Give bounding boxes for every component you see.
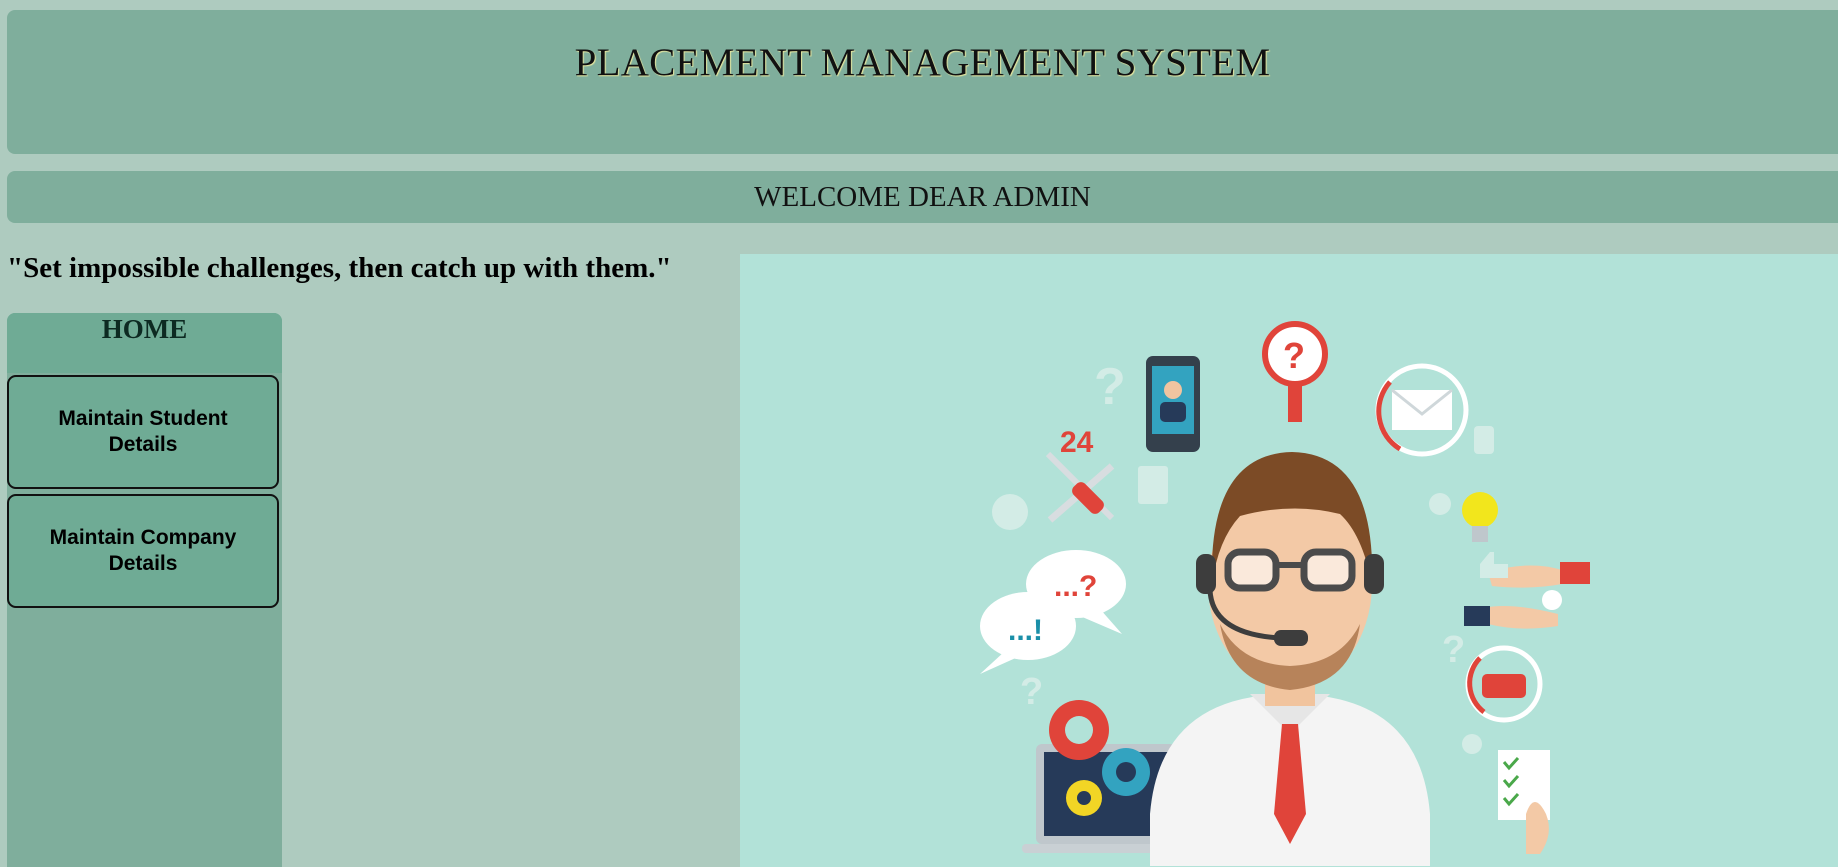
hero-panel: ...? ...! 24 ? ? ? ? <box>740 254 1838 867</box>
sidebar-header: HOME <box>7 313 282 373</box>
telephone-icon <box>1465 645 1543 723</box>
svg-text:?: ? <box>1442 629 1465 671</box>
speech-bubble-icon: ...? ...! <box>980 550 1126 674</box>
support-agent-avatar <box>1150 452 1430 866</box>
help-magnifier-icon: ? <box>1262 321 1328 422</box>
checklist-icon <box>1498 750 1550 854</box>
maintain-company-details-label: Maintain Company Details <box>49 526 237 575</box>
app-title: PLACEMENT MANAGEMENT SYSTEM <box>574 41 1271 84</box>
bubble-exclaim-text: ...! <box>1008 614 1043 647</box>
home-link[interactable]: HOME <box>7 313 282 345</box>
maintain-student-details-label: Maintain Student Details <box>58 407 228 456</box>
maintain-company-details-button[interactable]: Maintain Company Details <box>7 494 279 608</box>
email-sync-icon <box>1375 363 1469 457</box>
customer-support-illustration: ...? ...! 24 ? ? ? ? <box>980 321 1590 866</box>
welcome-text: WELCOME DEAR ADMIN <box>754 181 1091 213</box>
svg-text:?: ? <box>1283 335 1305 376</box>
bubble-question-text: ...? <box>1054 570 1097 603</box>
svg-text:?: ? <box>1094 358 1126 416</box>
app-header: PLACEMENT MANAGEMENT SYSTEM <box>7 10 1838 154</box>
svg-text:?: ? <box>1020 671 1043 713</box>
sidebar: HOME Maintain Student Details Maintain C… <box>7 313 282 867</box>
welcome-banner: WELCOME DEAR ADMIN <box>7 171 1838 223</box>
maintain-student-details-button[interactable]: Maintain Student Details <box>7 375 279 489</box>
lightbulb-icon <box>1462 492 1498 542</box>
badge-24-text: 24 <box>1060 426 1094 459</box>
tools-24-icon: 24 <box>1045 426 1115 523</box>
smartphone-icon <box>1146 356 1200 452</box>
motivational-quote: "Set impossible challenges, then catch u… <box>7 252 672 284</box>
